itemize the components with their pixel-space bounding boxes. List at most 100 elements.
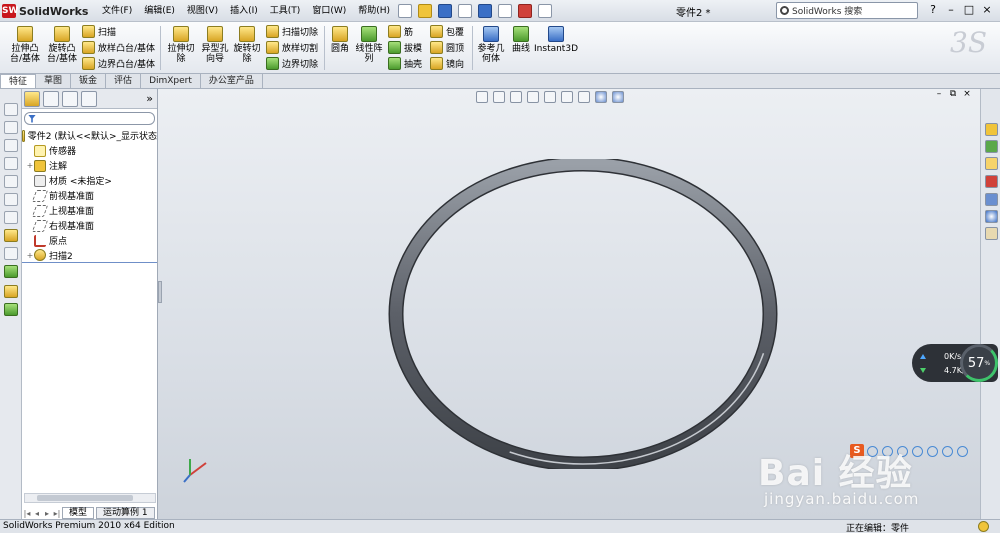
tool-icon[interactable] — [4, 121, 18, 134]
viewport-restore-button[interactable]: ⧉ — [946, 89, 960, 99]
select-arrow-icon[interactable] — [498, 4, 512, 18]
tab-features[interactable]: 特征 — [0, 74, 37, 88]
quick-tips-icon[interactable] — [978, 521, 989, 532]
tree-item-material[interactable]: 材质 <未指定> — [22, 173, 157, 188]
hide-show-items-icon[interactable] — [578, 90, 590, 103]
menu-view[interactable]: 视图(V) — [181, 0, 224, 22]
search-box[interactable]: SolidWorks 搜索 — [776, 2, 918, 19]
ime-tool-icon[interactable] — [867, 445, 878, 457]
new-document-icon[interactable] — [398, 4, 412, 18]
ime-tool-icon[interactable] — [897, 445, 908, 457]
apply-scene-icon[interactable] — [612, 90, 624, 103]
expand-toggle[interactable]: + — [26, 251, 34, 260]
fillet-button[interactable]: 圆角 — [328, 26, 352, 54]
viewport-close-button[interactable]: × — [960, 89, 974, 99]
hole-wizard-button[interactable]: 异型孔 向导 — [198, 26, 232, 64]
dome-button[interactable]: 圆顶 — [430, 41, 464, 54]
swept-cut-button[interactable]: 扫描切除 — [266, 25, 318, 38]
tool-icon[interactable] — [4, 103, 18, 116]
view-orientation-icon[interactable] — [544, 90, 556, 103]
tool-icon[interactable] — [4, 303, 18, 316]
tab-motion-study[interactable]: 运动算例 1 — [96, 507, 155, 519]
menu-file[interactable]: 文件(F) — [96, 0, 138, 22]
help-button[interactable]: ? — [924, 3, 942, 17]
menu-insert[interactable]: 插入(I) — [224, 0, 264, 22]
custom-properties-icon[interactable] — [985, 227, 998, 240]
rib-button[interactable]: 筋 — [388, 25, 413, 38]
menu-tools[interactable]: 工具(T) — [264, 0, 307, 22]
tree-root[interactable]: 零件2 (默认<<默认>_显示状态 — [22, 128, 157, 143]
zoom-to-fit-icon[interactable] — [476, 90, 488, 103]
rebuild-icon[interactable] — [518, 4, 532, 18]
next-tab-arrow-icon[interactable]: ▸ — [42, 509, 52, 518]
tool-icon[interactable] — [4, 193, 18, 206]
dimxpert-manager-tab-icon[interactable] — [81, 90, 97, 107]
property-manager-tab-icon[interactable] — [43, 90, 59, 107]
tree-item-origin[interactable]: 原点 — [22, 233, 157, 248]
tab-evaluate[interactable]: 评估 — [106, 74, 142, 88]
prev-tab-arrow-icon[interactable]: ◂ — [32, 509, 42, 518]
shell-button[interactable]: 抽壳 — [388, 57, 422, 70]
ime-tool-icon[interactable] — [882, 445, 893, 457]
expand-panel-icon[interactable]: » — [146, 92, 153, 105]
appearances-icon[interactable] — [985, 210, 998, 223]
extrude-cut-button[interactable]: 拉伸切 除 — [164, 26, 198, 64]
sweep-button[interactable]: 扫描 — [82, 25, 116, 38]
sketch-tool-icon[interactable] — [4, 229, 18, 242]
tool-icon[interactable] — [4, 157, 18, 170]
tab-sketch[interactable]: 草图 — [36, 74, 72, 88]
tree-item-top-plane[interactable]: 上视基准面 — [22, 203, 157, 218]
minimize-button[interactable]: – — [942, 3, 960, 17]
ime-tool-icon[interactable] — [912, 445, 923, 457]
configuration-manager-tab-icon[interactable] — [62, 90, 78, 107]
display-style-icon[interactable] — [561, 90, 573, 103]
close-button[interactable]: × — [978, 3, 996, 17]
revolve-boss-button[interactable]: 旋转凸 台/基体 — [44, 26, 80, 64]
design-library-icon[interactable] — [985, 140, 998, 153]
boundary-cut-button[interactable]: 边界切除 — [266, 57, 318, 70]
instant3d-button[interactable]: Instant3D — [534, 26, 578, 54]
restore-button[interactable]: □ — [960, 3, 978, 17]
options-icon[interactable] — [538, 4, 552, 18]
file-explorer-icon[interactable] — [985, 157, 998, 170]
mirror-button[interactable]: 镜向 — [430, 57, 464, 70]
ime-tool-icon[interactable] — [942, 445, 953, 457]
tab-dimxpert[interactable]: DimXpert — [141, 74, 201, 88]
solidworks-resources-icon[interactable] — [985, 123, 998, 136]
tab-office-products[interactable]: 办公室产品 — [201, 74, 263, 88]
view-palette-icon[interactable] — [985, 193, 998, 206]
scrollbar-thumb[interactable] — [37, 495, 133, 501]
feature-filter-field[interactable] — [24, 112, 155, 125]
revolve-cut-button[interactable]: 旋转切 除 — [232, 26, 262, 64]
linear-pattern-button[interactable]: 线性阵 列 — [354, 26, 384, 64]
first-tab-arrow-icon[interactable]: |◂ — [22, 509, 32, 518]
zoom-to-area-icon[interactable] — [493, 90, 505, 103]
network-monitor-widget[interactable]: 0K/s 4.7K/s 57% — [912, 344, 998, 382]
tab-sheet-metal[interactable]: 钣金 — [71, 74, 107, 88]
solidworks-logo[interactable]: SW SolidWorks — [2, 3, 88, 19]
menu-help[interactable]: 帮助(H) — [352, 0, 396, 22]
loft-boss-button[interactable]: 放样凸台/基体 — [82, 41, 155, 54]
tree-item-right-plane[interactable]: 右视基准面 — [22, 218, 157, 233]
tool-icon[interactable] — [4, 139, 18, 152]
section-view-icon[interactable] — [527, 90, 539, 103]
save-icon[interactable] — [438, 4, 452, 18]
sogou-s-icon[interactable]: S — [850, 444, 864, 458]
menu-window[interactable]: 窗口(W) — [306, 0, 352, 22]
lofted-cut-button[interactable]: 放样切割 — [266, 41, 318, 54]
tree-item-sensors[interactable]: 传感器 — [22, 143, 157, 158]
wrap-button[interactable]: 包覆 — [430, 25, 464, 38]
tool-icon[interactable] — [4, 175, 18, 188]
previous-view-icon[interactable] — [510, 90, 522, 103]
search-results-icon[interactable] — [985, 175, 998, 188]
ime-tool-icon[interactable] — [927, 445, 938, 457]
tool-icon[interactable] — [4, 211, 18, 224]
tool-icon[interactable] — [4, 247, 18, 260]
horizontal-scrollbar[interactable] — [24, 493, 156, 503]
viewport-minimize-button[interactable]: – — [932, 89, 946, 99]
edit-appearance-icon[interactable] — [595, 90, 607, 103]
ime-tool-icon[interactable] — [957, 445, 968, 457]
reference-geometry-button[interactable]: 参考几 何体 — [476, 26, 506, 64]
last-tab-arrow-icon[interactable]: ▸| — [52, 509, 62, 518]
tree-item-front-plane[interactable]: 前视基准面 — [22, 188, 157, 203]
